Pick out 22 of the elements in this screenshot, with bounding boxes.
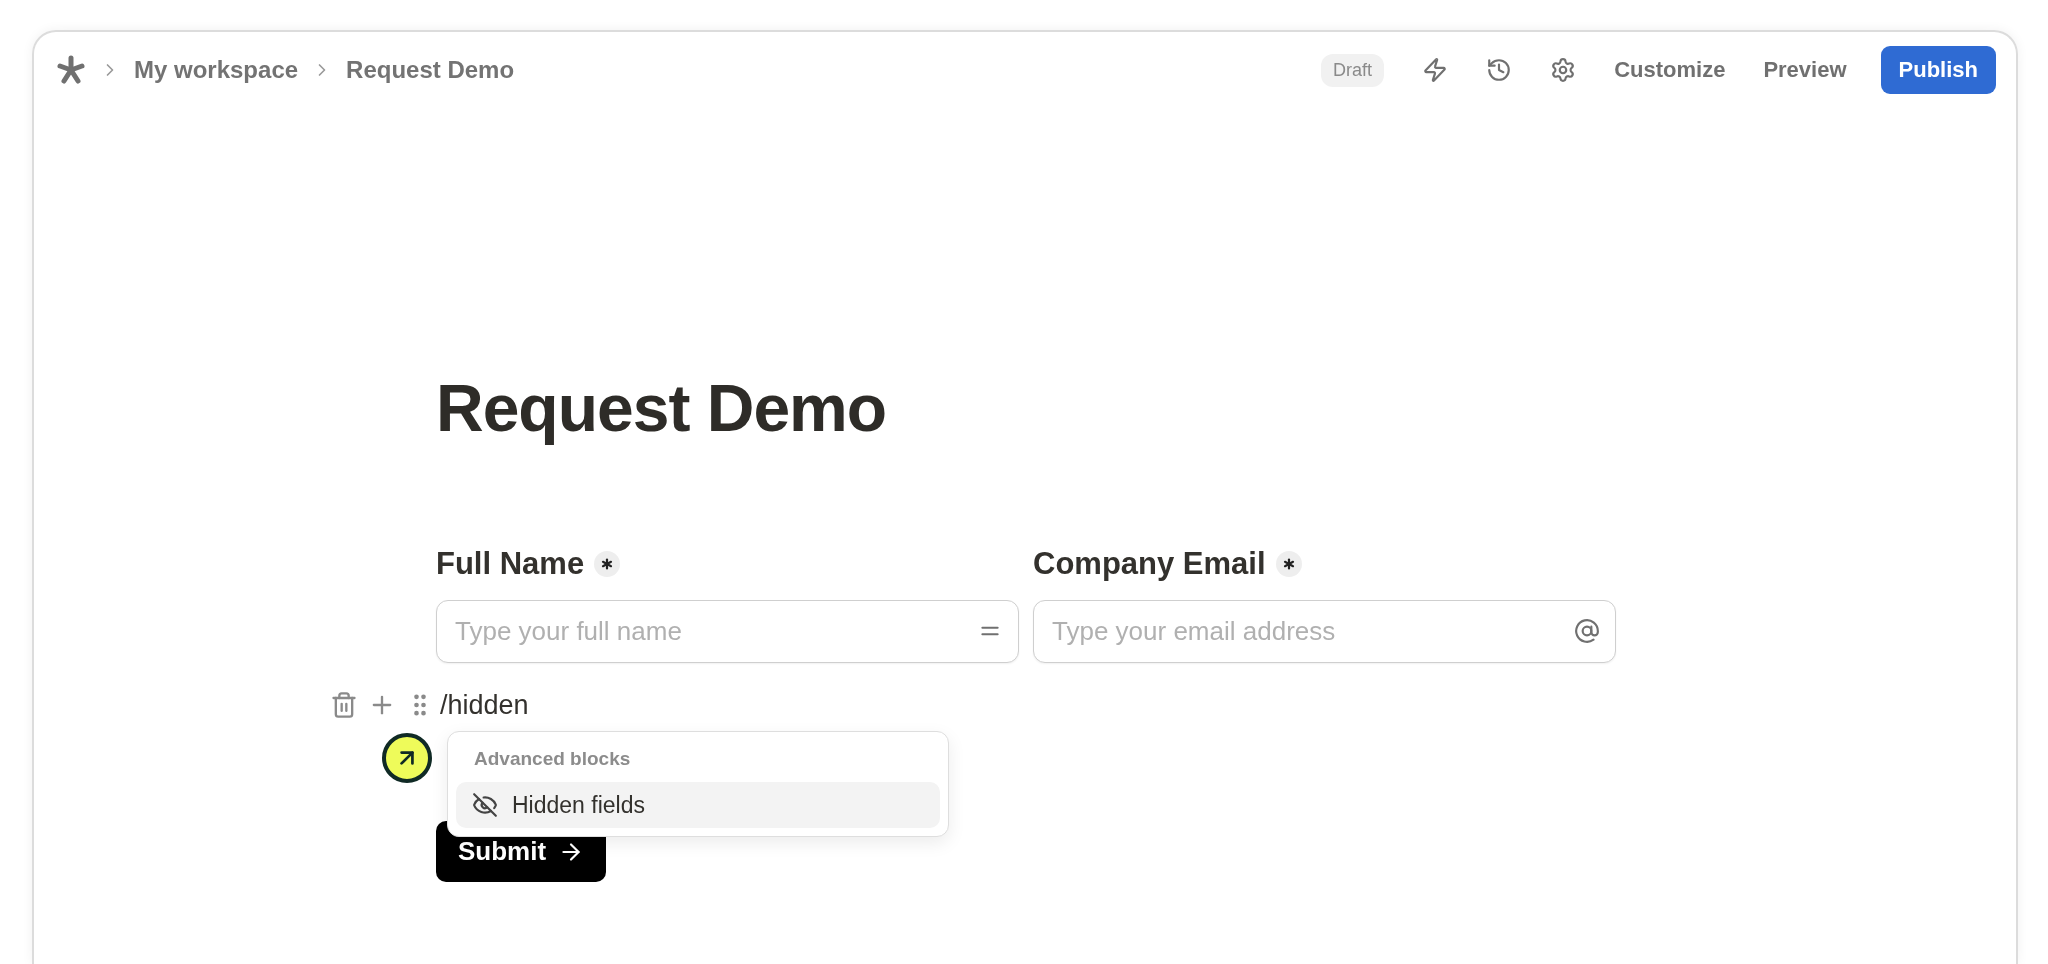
command-text[interactable]: /hidden [440,689,529,721]
asterisk-logo-icon[interactable] [56,55,86,85]
form-title: Request Demo [436,370,888,446]
input-field[interactable]: Type your email address [1033,600,1616,663]
eye-off-icon [472,792,498,818]
at-sign-icon [1574,618,1600,644]
status-badge: Draft [1321,53,1385,87]
pointer-cursor-icon [382,733,432,783]
settings-icon[interactable] [1550,57,1577,83]
toolbar-button[interactable]: Preview [1763,57,1847,83]
input-field[interactable]: Type your full name [436,600,1019,663]
lightning-icon[interactable] [1422,57,1449,83]
field-label: Full Name [436,546,585,582]
breadcrumb-link[interactable]: My workspace [134,56,299,84]
menu-item[interactable]: Hidden fields [456,782,940,828]
field-label: Company Email [1033,546,1266,582]
menu-section-title: Advanced blocks [473,747,632,771]
publish-button[interactable]: Publish [1880,46,1996,94]
breadcrumb-link[interactable]: Request Demo [346,56,515,84]
history-icon[interactable] [1486,57,1513,83]
trash-icon[interactable] [330,691,358,719]
toolbar-button[interactable]: Customize [1614,57,1726,83]
